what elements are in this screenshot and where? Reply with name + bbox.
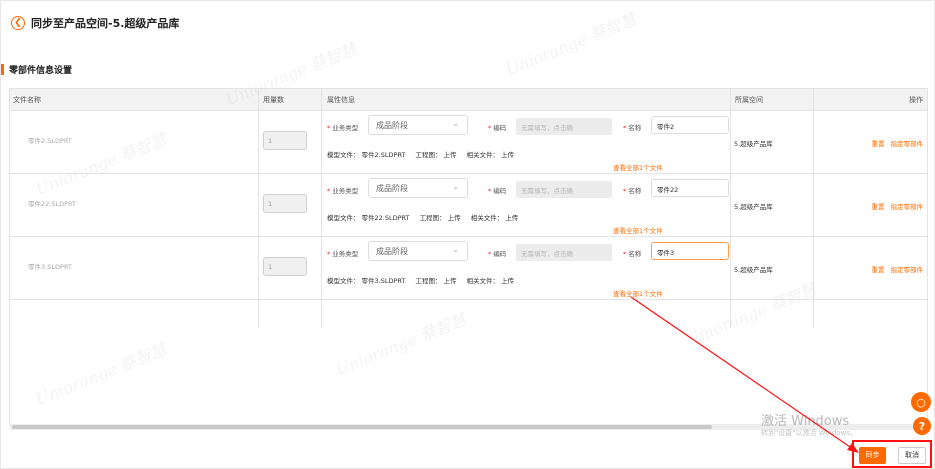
assistant-icon[interactable]: ○ — [911, 392, 931, 412]
business-type-label: * 业务类型 — [327, 187, 359, 195]
reset-button[interactable]: 重置 — [872, 203, 885, 211]
view-all-files-link[interactable]: 查看全部1个文件 — [613, 288, 663, 298]
name-label: * 名称 — [623, 124, 642, 132]
file-meta: 模型文件： 零件22.SLDPRT 工程图： 上传 相关文件： 上传 — [327, 214, 519, 222]
chevron-down-icon: ⌄ — [452, 245, 459, 254]
code-label: * 编码 — [488, 124, 507, 132]
table-row: 零件3.SLDPRT 1 * 业务类型 成品阶段 ⌄ * 编码 无需填写，点击确 * 名… — [10, 237, 927, 300]
section-accent-bar — [1, 63, 4, 75]
windows-activation-title: 激活 Windows — [761, 414, 850, 429]
chevron-down-icon: ⌄ — [452, 182, 459, 191]
business-type-label: * 业务类型 — [327, 124, 359, 132]
chevron-down-icon: ⌄ — [452, 119, 459, 128]
row-actions: 重置 指定零部件 — [866, 138, 924, 148]
row-actions: 重置 指定零部件 — [866, 201, 924, 211]
watermark: Uniorange 蔡智慧 — [503, 9, 639, 80]
quantity-input[interactable]: 1 — [263, 257, 307, 276]
quantity-input[interactable]: 1 — [263, 131, 307, 150]
reset-button[interactable]: 重置 — [872, 140, 885, 148]
sync-button[interactable]: 同步 — [859, 447, 886, 464]
business-type-select[interactable]: 成品阶段 ⌄ — [368, 115, 468, 135]
column-header-quantity: 用量数 — [263, 96, 284, 104]
reset-button[interactable]: 重置 — [872, 266, 885, 274]
business-type-select[interactable]: 成品阶段 ⌄ — [368, 241, 468, 261]
code-field[interactable]: 无需填写，点击确 — [516, 244, 612, 261]
parts-table: 文件名称 用量数 属性信息 所属空间 操作 零件2.SLDPRT 1 * 业务类型… — [9, 88, 928, 430]
cancel-button[interactable]: 取消 — [898, 447, 926, 464]
table-row: 零件2.SLDPRT 1 * 业务类型 成品阶段 ⌄ * 编码 无需填写，点击确 * 名… — [10, 111, 927, 174]
file-meta: 模型文件： 零件2.SLDPRT 工程图： 上传 相关文件： 上传 — [327, 151, 515, 159]
back-arrow-icon[interactable]: ❮ — [11, 16, 25, 30]
file-meta: 模型文件： 零件3.SLDPRT 工程图： 上传 相关文件： 上传 — [327, 277, 515, 285]
file-name: 零件22.SLDPRT — [28, 200, 77, 208]
space-name: 5.超级产品库 — [734, 266, 773, 274]
dialog-header: ❮ 同步至产品空间-5.超级产品库 — [11, 15, 179, 31]
space-name: 5.超级产品库 — [734, 203, 773, 211]
quantity-input[interactable]: 1 — [263, 194, 307, 213]
specify-part-button[interactable]: 指定零部件 — [891, 266, 924, 274]
column-header-actions: 操作 — [909, 96, 923, 104]
code-field[interactable]: 无需填写，点击确 — [516, 118, 612, 135]
file-name: 零件3.SLDPRT — [28, 263, 72, 271]
name-field[interactable]: 零件3 — [651, 242, 729, 260]
view-all-files-link[interactable]: 查看全部1个文件 — [613, 162, 663, 172]
scrollbar-thumb[interactable] — [12, 425, 712, 429]
code-field[interactable]: 无需填写，点击确 — [516, 181, 612, 198]
column-header-space: 所属空间 — [735, 96, 763, 104]
table-row: 零件22.SLDPRT 1 * 业务类型 成品阶段 ⌄ * 编码 无需填写，点击确 *… — [10, 174, 927, 237]
help-icon[interactable]: ? — [913, 417, 931, 435]
view-all-files-link[interactable]: 查看全部1个文件 — [613, 225, 663, 235]
code-label: * 编码 — [488, 187, 507, 195]
section-header: 零部件信息设置 — [1, 63, 73, 76]
column-header-attributes: 属性信息 — [327, 96, 355, 104]
business-type-select[interactable]: 成品阶段 ⌄ — [368, 178, 468, 198]
column-header-filename: 文件名称 — [13, 96, 41, 104]
windows-activation-hint: 转到"设置"以激活 Windows。 — [761, 429, 857, 437]
name-label: * 名称 — [623, 250, 642, 258]
row-actions: 重置 指定零部件 — [866, 264, 924, 274]
code-label: * 编码 — [488, 250, 507, 258]
name-label: * 名称 — [623, 187, 642, 195]
name-field[interactable]: 零件2 — [651, 116, 729, 134]
specify-part-button[interactable]: 指定零部件 — [891, 203, 924, 211]
business-type-label: * 业务类型 — [327, 250, 359, 258]
file-name: 零件2.SLDPRT — [28, 137, 72, 145]
page-title: 同步至产品空间-5.超级产品库 — [31, 17, 180, 30]
table-header: 文件名称 用量数 属性信息 所属空间 操作 — [10, 89, 927, 111]
space-name: 5.超级产品库 — [734, 140, 773, 148]
sync-dialog: ❮ 同步至产品空间-5.超级产品库 零部件信息设置 文件名称 用量数 属性信息 … — [0, 0, 935, 469]
name-field[interactable]: 零件22 — [651, 179, 729, 197]
section-title: 零部件信息设置 — [9, 65, 73, 76]
specify-part-button[interactable]: 指定零部件 — [891, 140, 924, 148]
